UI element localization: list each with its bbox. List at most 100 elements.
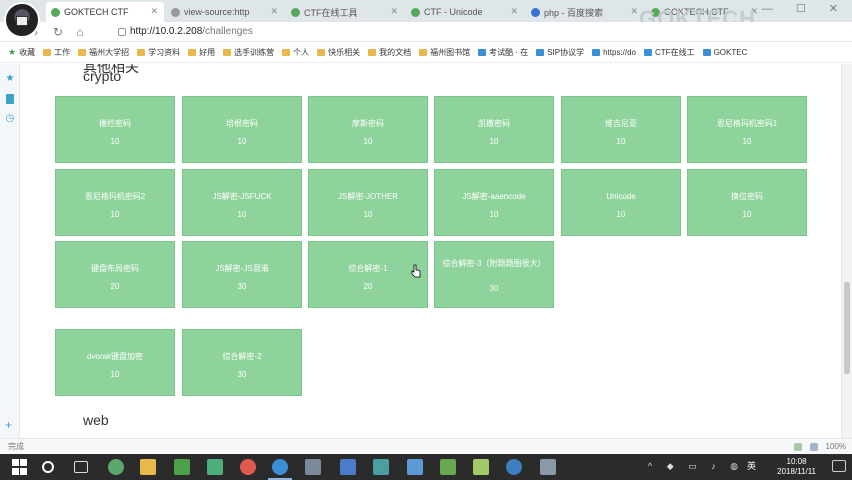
tab-view-source[interactable]: view-source:http ✕ <box>166 2 284 22</box>
challenge-card[interactable]: JS解密-aaencode 10 <box>434 169 554 236</box>
extension-icon[interactable] <box>793 442 802 451</box>
challenge-points: 10 <box>489 210 499 219</box>
challenge-card[interactable]: dvorak键盘加密 10 <box>55 329 175 396</box>
app-icon-green[interactable] <box>108 459 124 475</box>
challenge-name: 栅栏密码 <box>99 119 131 128</box>
add-sidebar-item-icon[interactable]: + <box>5 418 12 432</box>
app-icon-doc[interactable] <box>540 459 556 475</box>
window-controls[interactable]: — ☐ ✕ <box>762 2 848 15</box>
page-icon <box>644 49 653 56</box>
bookmark-item[interactable]: GOKTEC <box>702 48 748 57</box>
page-icon <box>702 49 711 56</box>
challenge-card[interactable]: 栅栏密码 10 <box>55 96 175 163</box>
close-tab-icon[interactable]: ✕ <box>510 6 518 17</box>
challenge-card[interactable]: 维吉尼亚 10 <box>561 96 681 163</box>
url-field[interactable]: http://10.0.2.208/challenges <box>118 26 253 37</box>
app-icon-window[interactable] <box>407 459 423 475</box>
bookmark-item[interactable]: 工作 <box>43 47 70 58</box>
cortana-search-icon[interactable] <box>42 461 54 473</box>
challenge-name: 培根密码 <box>226 119 258 128</box>
folder-icon <box>282 49 291 56</box>
challenge-card[interactable]: 键盘布局密码 20 <box>55 241 175 308</box>
app-icon-blue[interactable] <box>340 459 356 475</box>
reading-list-icon[interactable] <box>6 94 14 104</box>
bookmark-item[interactable]: 好用 <box>188 47 215 58</box>
close-tab-icon[interactable]: ✕ <box>150 6 158 17</box>
challenge-points: 10 <box>742 137 752 146</box>
bookmark-item[interactable]: 考试酷 · 在 <box>478 47 528 58</box>
bookmark-label: CTF在线工 <box>655 48 695 57</box>
app-icon-grid[interactable] <box>174 459 190 475</box>
user-avatar[interactable] <box>4 2 40 38</box>
bookmark-item[interactable]: 福州大学招 <box>78 47 129 58</box>
challenge-card[interactable]: 综合解密-3（附题题图很大） 30 <box>434 241 554 308</box>
tab-ctf-unicode[interactable]: CTF - Unicode ✕ <box>406 2 524 22</box>
bookmark-label: 选手训练营 <box>234 48 275 57</box>
tab-baidu-search[interactable]: php - 百度搜索 ✕ <box>526 2 644 22</box>
home-icon[interactable]: ⌂ <box>72 24 88 40</box>
task-view-icon[interactable] <box>74 461 88 473</box>
folder-icon <box>317 49 326 56</box>
app-icon-teal[interactable] <box>373 459 389 475</box>
challenge-card[interactable]: 换位密码 10 <box>687 169 807 236</box>
challenge-card[interactable]: JS解密-JOTHER 10 <box>308 169 428 236</box>
close-tab-icon[interactable]: ✕ <box>630 6 638 17</box>
close-tab-icon[interactable]: ✕ <box>270 6 278 17</box>
bookmark-item[interactable]: 个人 <box>282 47 309 58</box>
bookmark-item[interactable]: 选手训练营 <box>223 47 274 58</box>
bookmark-item[interactable]: 福州图书馆 <box>419 47 470 58</box>
challenge-card[interactable]: JS解密-JS混淆 30 <box>182 241 302 308</box>
bookmark-label: 快乐相关 <box>328 48 361 57</box>
download-icon[interactable] <box>809 442 818 451</box>
app-icon-light[interactable] <box>473 459 489 475</box>
bookmark-item[interactable]: SIP协议学 <box>536 47 584 58</box>
challenge-card[interactable]: 恩尼格玛机密码2 10 <box>55 169 175 236</box>
bookmark-item[interactable]: 学习资料 <box>137 47 180 58</box>
app-icon-gray[interactable] <box>305 459 321 475</box>
app-icon-red[interactable] <box>240 459 256 475</box>
bookmark-item[interactable]: 快乐相关 <box>317 47 360 58</box>
challenge-points: 30 <box>237 370 247 379</box>
system-tray-icons[interactable]: ^ ◆ ▭ ♪ ◍ <box>648 461 744 472</box>
challenge-card[interactable]: 恩尼格玛机密码1 10 <box>687 96 807 163</box>
reload-icon[interactable]: ↻ <box>50 24 66 40</box>
browser-taskbar-icon[interactable] <box>268 459 292 480</box>
challenge-name: 综合解密-3（附题题图很大） <box>442 259 546 268</box>
close-tab-icon[interactable]: ✕ <box>390 6 398 17</box>
bookmark-item[interactable]: ★ 收藏 <box>8 47 35 58</box>
tab-ctf-tools[interactable]: CTF在线工具 ✕ <box>286 2 404 22</box>
challenge-card[interactable]: 摩斯密码 10 <box>308 96 428 163</box>
wechat-icon[interactable] <box>207 459 223 475</box>
input-method-indicator[interactable]: 英 <box>747 461 756 471</box>
bookmark-item[interactable]: 我的文档 <box>368 47 411 58</box>
challenge-points: 20 <box>363 282 373 291</box>
tab-goktech-ctf[interactable]: GOKTECH CTF ✕ <box>46 2 164 22</box>
clock[interactable]: 10:08 2018/11/11 <box>777 457 816 477</box>
bookmark-item[interactable]: CTF在线工 <box>644 47 695 58</box>
challenge-card[interactable]: 培根密码 10 <box>182 96 302 163</box>
bookmark-item[interactable]: https://do <box>592 48 636 57</box>
scroll-thumb[interactable] <box>844 282 850 374</box>
challenge-card[interactable]: 综合解密-2 30 <box>182 329 302 396</box>
bookmark-label: 学习资料 <box>148 48 181 57</box>
challenge-name: 恩尼格玛机密码1 <box>716 119 778 128</box>
favorites-star-icon[interactable]: ★ <box>5 74 15 84</box>
challenge-card[interactable]: JS解密-JSFUCK 10 <box>182 169 302 236</box>
bookmark-label: GOKTEC <box>713 48 748 57</box>
challenge-card[interactable]: 凯撒密码 10 <box>434 96 554 163</box>
windows-start-icon[interactable] <box>12 459 28 475</box>
challenge-card[interactable]: Unicode 10 <box>561 169 681 236</box>
app-icon-sheet[interactable] <box>440 459 456 475</box>
zoom-level[interactable]: 100% <box>826 442 846 451</box>
challenge-name: 综合解密-2 <box>222 352 262 361</box>
page-scrollbar[interactable] <box>841 64 852 438</box>
category-heading-web: web <box>83 412 109 428</box>
file-explorer-icon[interactable] <box>140 459 156 475</box>
page-info-icon[interactable] <box>118 27 126 36</box>
challenge-name: 凯撒密码 <box>478 119 510 128</box>
app-icon-globe[interactable] <box>506 459 522 475</box>
notification-center-icon[interactable] <box>832 460 846 472</box>
challenge-name: dvorak键盘加密 <box>86 352 143 361</box>
challenge-name: JS解密-JOTHER <box>338 192 398 201</box>
history-clock-icon[interactable]: ◷ <box>5 114 15 124</box>
